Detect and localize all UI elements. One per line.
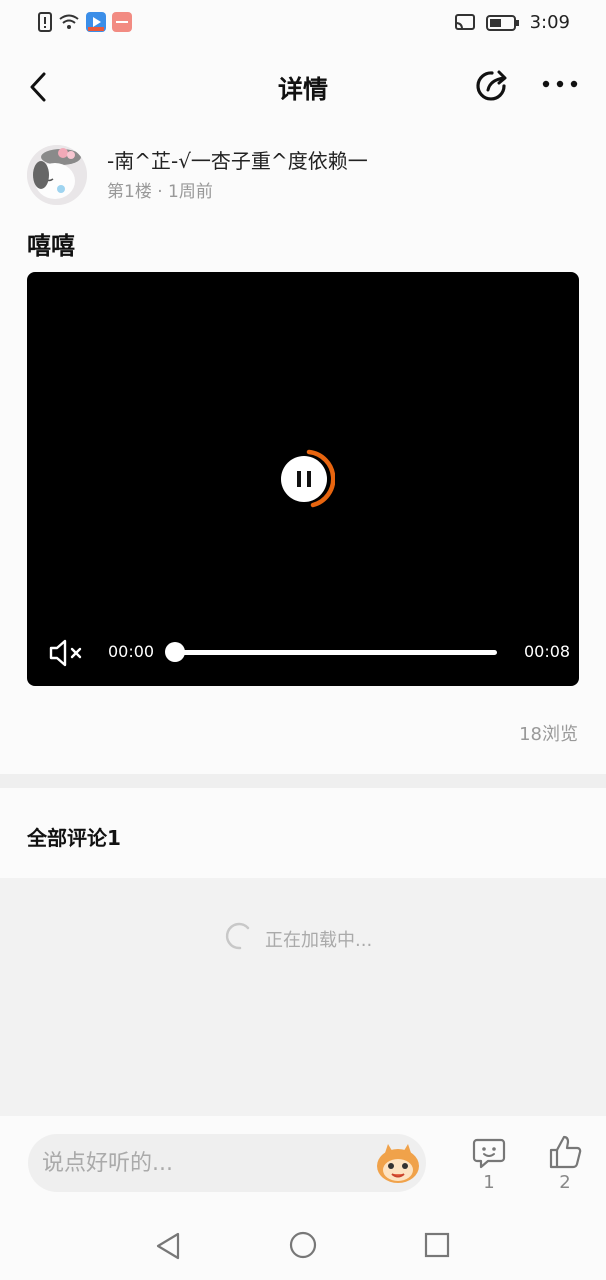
total-time: 00:08	[524, 642, 571, 661]
system-recents-icon[interactable]	[424, 1232, 450, 1258]
wifi-icon	[59, 14, 79, 29]
mute-icon[interactable]	[47, 636, 85, 670]
avatar-image	[27, 145, 87, 205]
status-icons-left	[38, 12, 132, 32]
like-icon[interactable]	[548, 1134, 582, 1170]
post-meta: 第1楼 · 1周前	[107, 182, 213, 202]
video-player[interactable]: 00:00 00:08	[27, 272, 579, 686]
emoji-mascot-icon[interactable]	[374, 1142, 422, 1184]
loading-spinner-icon	[225, 922, 250, 950]
comments-header: 全部评论1	[27, 826, 121, 850]
status-time: 3:09	[529, 12, 570, 33]
comments-loading-area	[0, 878, 606, 1116]
pause-button[interactable]	[281, 456, 327, 502]
video-app-icon	[86, 12, 106, 32]
section-divider	[0, 774, 606, 788]
system-back-icon[interactable]	[152, 1230, 184, 1262]
comment-icon[interactable]	[472, 1136, 506, 1170]
post-title: 嘻嘻	[27, 232, 75, 260]
status-icons-right: 3:09	[454, 12, 570, 33]
avatar[interactable]	[27, 145, 87, 205]
current-time: 00:00	[108, 642, 155, 661]
battery-icon	[485, 14, 519, 31]
comment-count: 1	[483, 1172, 495, 1193]
share-icon[interactable]	[472, 66, 512, 106]
pause-icon	[297, 471, 311, 487]
progress-knob[interactable]	[165, 642, 185, 662]
comment-input[interactable]	[28, 1134, 426, 1192]
progress-bar[interactable]	[175, 650, 497, 655]
author-name[interactable]: -南^芷-√一杏子重^度依赖一	[107, 145, 368, 174]
page-title: 详情	[277, 75, 328, 104]
notification-app-icon	[112, 12, 132, 32]
view-count: 18浏览	[519, 724, 578, 745]
more-icon[interactable]	[540, 74, 580, 94]
status-bar: 3:09	[0, 0, 606, 48]
cast-icon	[454, 13, 475, 30]
system-home-icon[interactable]	[288, 1230, 318, 1260]
like-count: 2	[559, 1172, 571, 1193]
loading-text: 正在加载中...	[265, 930, 373, 951]
alert-icon	[38, 12, 52, 32]
